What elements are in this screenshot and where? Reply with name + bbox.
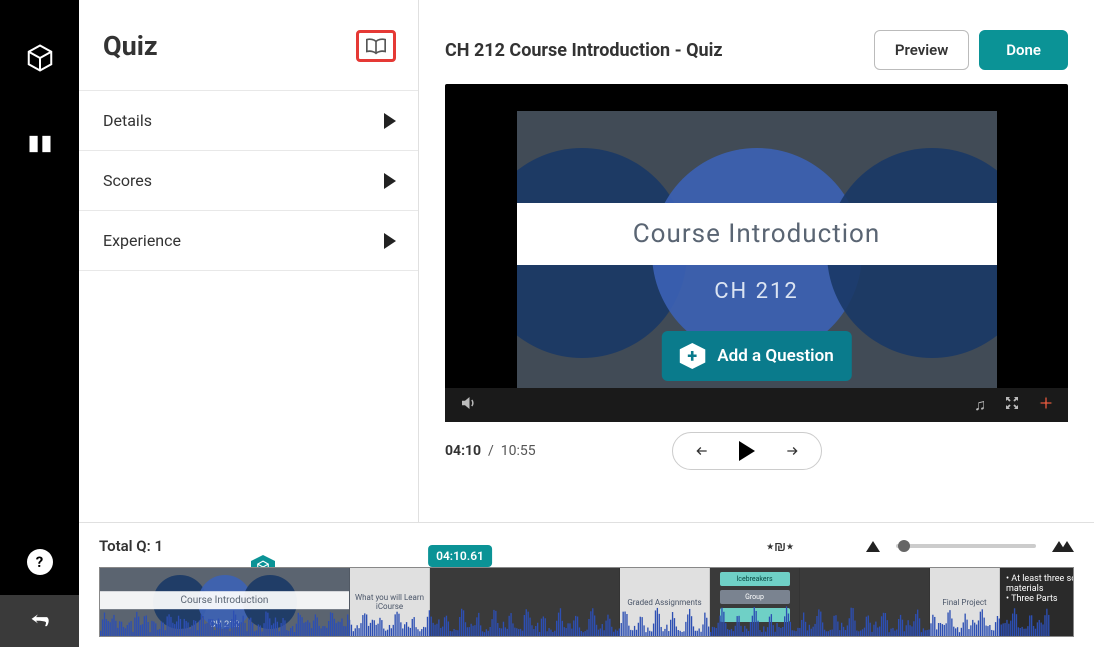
left-nav-rail: ?: [0, 0, 79, 647]
preview-header: CH 212 Course Introduction - Quiz Previe…: [445, 30, 1068, 70]
app-root: ? Quiz Details Scores: [0, 0, 1094, 647]
play-button[interactable]: [739, 441, 755, 461]
prev-button[interactable]: [693, 444, 711, 458]
plus-icon: +: [679, 343, 705, 369]
waveform-toggle-icon[interactable]: ٭₪٭: [766, 537, 794, 555]
book-open-icon: [365, 37, 387, 55]
timeline-thumb[interactable]: What you will Learn iCourse: [350, 568, 430, 636]
timeline-thumb[interactable]: • At least three sources from assigned c…: [1000, 568, 1074, 636]
back-arrow-icon: [28, 609, 52, 633]
timeline-region: Total Q: 1 ٭₪٭: [79, 522, 1094, 647]
preview-button[interactable]: Preview: [874, 30, 969, 70]
header-actions: Preview Done: [874, 30, 1068, 70]
timeline-thumb[interactable]: [800, 568, 930, 636]
panel-item-scores[interactable]: Scores: [79, 150, 418, 210]
total-time: 10:55: [501, 443, 536, 459]
transport-controls: [536, 432, 958, 470]
zoom-out-icon[interactable]: [866, 541, 880, 552]
transport-bar: 04:10 / 10:55: [445, 432, 1068, 470]
video-title: CH 212 Course Introduction - Quiz: [445, 40, 723, 61]
zoom-slider-knob[interactable]: [898, 540, 910, 552]
zoom-controls: ٭₪٭: [766, 537, 1074, 555]
sparkle-icon[interactable]: [1038, 395, 1054, 415]
zoom-in-icon[interactable]: [1052, 541, 1074, 552]
timeline-track[interactable]: Course Introduction CH 212 What you will…: [99, 567, 1074, 637]
total-questions: Total Q: 1: [99, 537, 163, 555]
video-slide: Course Introduction CH 212 + Add a Quest…: [517, 111, 997, 395]
volume-icon[interactable]: [459, 394, 477, 416]
panel-item-details[interactable]: Details: [79, 90, 418, 150]
add-question-label: Add a Question: [717, 346, 833, 366]
panel-item-label: Experience: [103, 231, 181, 250]
playhead-time: 04:10.61: [428, 545, 492, 567]
timeline-thumb[interactable]: Graded Assignments: [620, 568, 710, 636]
fullscreen-icon[interactable]: [1004, 395, 1020, 415]
timeline-thumb[interactable]: [430, 568, 620, 636]
nav-cube-icon[interactable]: [22, 40, 58, 76]
zoom-slider[interactable]: [896, 544, 1036, 548]
preview-area: CH 212 Course Introduction - Quiz Previe…: [419, 0, 1094, 522]
video-player[interactable]: Course Introduction CH 212 + Add a Quest…: [445, 84, 1068, 422]
slide-title: Course Introduction: [517, 203, 997, 265]
back-button[interactable]: [0, 595, 79, 647]
chevron-right-icon: [384, 233, 396, 249]
panel-item-experience[interactable]: Experience: [79, 210, 418, 271]
chevron-right-icon: [384, 173, 396, 189]
timeline-thumb[interactable]: Final Project: [930, 568, 1000, 636]
slide-subtitle: CH 212: [714, 279, 799, 304]
panel-item-label: Details: [103, 111, 152, 130]
timeline-header: Total Q: 1 ٭₪٭: [99, 537, 1074, 555]
time-display: 04:10 / 10:55: [445, 443, 536, 459]
next-button[interactable]: [783, 444, 801, 458]
timeline-thumb[interactable]: Course Introduction CH 212: [100, 568, 350, 636]
play-icon: [739, 441, 755, 461]
transport-pill: [672, 432, 822, 470]
current-time: 04:10: [445, 443, 481, 459]
chevron-right-icon: [384, 113, 396, 129]
video-control-bar: ♫: [445, 388, 1068, 422]
upper-region: Quiz Details Scores Experience: [79, 0, 1094, 522]
panel-item-label: Scores: [103, 171, 152, 190]
main-region: Quiz Details Scores Experience: [79, 0, 1094, 647]
help-button[interactable]: ?: [27, 549, 53, 575]
notes-toggle-button[interactable]: [356, 30, 396, 62]
add-question-button[interactable]: + Add a Question: [661, 331, 851, 381]
music-icon[interactable]: ♫: [974, 395, 986, 415]
side-panel-header: Quiz: [79, 0, 418, 90]
side-panel: Quiz Details Scores Experience: [79, 0, 419, 522]
done-button[interactable]: Done: [979, 30, 1068, 70]
timeline-thumb[interactable]: Icebreakers Group: [710, 568, 800, 636]
panel-title: Quiz: [103, 30, 158, 62]
nav-chapters-icon[interactable]: [22, 126, 58, 162]
